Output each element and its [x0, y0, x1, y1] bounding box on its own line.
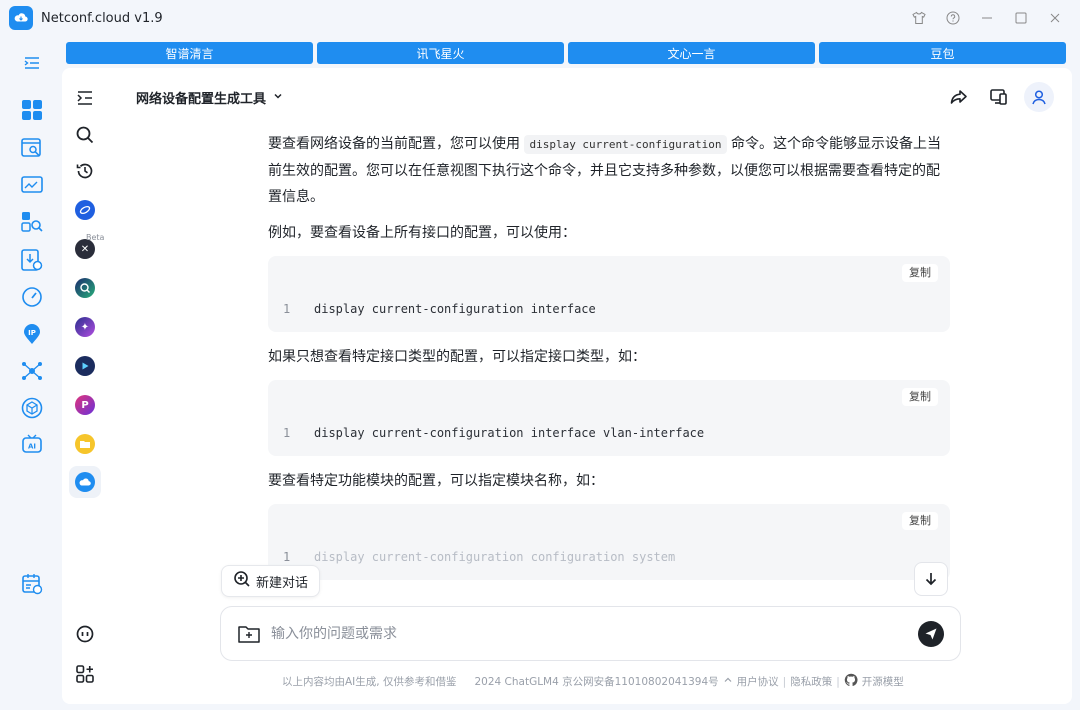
footer-icp: 2024 ChatGLM4 京公网安备11010802041394号 [474, 676, 719, 688]
speed-gauge-icon[interactable] [20, 285, 44, 309]
collapse-icon[interactable] [73, 86, 97, 110]
app-rail: IP AI [0, 36, 64, 710]
answer-paragraph-intro: 要查看网络设备的当前配置，您可以使用 display current-confi… [268, 135, 941, 205]
cloud-icon[interactable] [69, 466, 101, 498]
model-star-icon[interactable]: ✦ [73, 315, 97, 339]
dashboard-grid-icon[interactable] [20, 98, 44, 122]
beta-badge: Beta [86, 233, 105, 242]
chat-input-box [220, 606, 961, 661]
new-chat-button[interactable]: 新建对话 [221, 565, 321, 597]
apps-add-icon[interactable] [73, 662, 97, 686]
tool-title-dropdown[interactable]: 网络设备配置生成工具 [136, 88, 284, 107]
model-p-icon[interactable]: P [73, 393, 97, 417]
user-avatar-icon[interactable] [1024, 82, 1054, 112]
model-tab-wenxin[interactable]: 文心一言 [568, 42, 815, 64]
help-icon[interactable] [936, 6, 970, 30]
svg-text:IP: IP [28, 329, 36, 337]
send-button[interactable] [918, 621, 944, 647]
folder-icon[interactable] [73, 432, 97, 456]
share-icon[interactable] [944, 82, 974, 112]
skin-shirt-icon[interactable] [902, 6, 936, 30]
code-line: 1 display current-configuration interface… [283, 426, 705, 440]
config-search-icon[interactable] [20, 136, 44, 160]
copy-button[interactable]: 复制 [902, 264, 938, 282]
page-title: 网络设备配置生成工具 [136, 92, 267, 107]
devices-icon[interactable] [984, 82, 1014, 112]
schedule-icon[interactable] [20, 572, 44, 596]
maximize-icon[interactable] [1004, 6, 1038, 30]
footer: 以上内容均由AI生成, 仅供参考和借鉴 2024 ChatGLM4 京公网安备1… [282, 673, 904, 690]
minimize-icon[interactable] [970, 6, 1004, 30]
menu-collapse-icon[interactable] [20, 51, 44, 75]
inspect-icon[interactable] [20, 210, 44, 234]
privacy-link[interactable]: 隐私政策 [790, 674, 832, 689]
code-line: 1 display current-configuration interface [283, 302, 596, 316]
chevron-down-icon [272, 90, 284, 106]
title-bar: Netconf.cloud v1.9 [0, 0, 1080, 36]
answer-paragraph-example: 例如，要查看设备上所有接口的配置，可以使用： [268, 225, 576, 241]
user-agreement-link[interactable]: 用户协议 [737, 674, 779, 689]
github-icon [844, 673, 858, 690]
answer-paragraph-module: 要查看特定功能模块的配置，可以指定模块名称，如： [268, 473, 604, 489]
tool-sidebar: ✕ ✦ P [62, 68, 108, 704]
model-tab-xunfei[interactable]: 讯飞星火 [317, 42, 564, 64]
chevron-up-icon [723, 675, 733, 688]
topology-icon[interactable] [20, 359, 44, 383]
code-block: 复制 1 display current-configuration interf… [268, 380, 950, 456]
model-play-icon[interactable] [73, 354, 97, 378]
model-tab-zhipu[interactable]: 智谱清言 [66, 42, 313, 64]
package-cube-icon[interactable] [20, 396, 44, 420]
arrow-down-icon [925, 573, 937, 586]
chat-input[interactable] [271, 625, 891, 642]
ai-tv-icon[interactable]: AI [20, 433, 44, 457]
ip-pin-icon[interactable]: IP [20, 322, 44, 346]
close-icon[interactable] [1038, 6, 1072, 30]
copy-button[interactable]: 复制 [902, 512, 938, 530]
code-block: 复制 1 display current-configuration config… [268, 504, 950, 580]
model-tabs: 智谱清言 讯飞星火 文心一言 豆包 [66, 42, 1066, 64]
send-icon [925, 628, 937, 640]
model-tab-doubao[interactable]: 豆包 [819, 42, 1066, 64]
svg-text:AI: AI [28, 443, 36, 451]
code-line: 1 display current-configuration configura… [283, 550, 676, 564]
config-export-icon[interactable] [20, 248, 44, 272]
answer-paragraph-type: 如果只想查看特定接口类型的配置，可以指定接口类型，如： [268, 349, 646, 365]
inline-code: display current-configuration [524, 135, 727, 154]
open-model-link[interactable]: 开源模型 [862, 674, 904, 689]
scroll-down-button[interactable] [914, 562, 948, 596]
history-icon[interactable] [73, 159, 97, 183]
code-block: 复制 1 display current-configuration interf… [268, 256, 950, 332]
search-icon[interactable] [73, 123, 97, 147]
chat-answer: 要查看网络设备的当前配置，您可以使用 display current-confi… [268, 131, 950, 592]
feedback-icon[interactable] [73, 622, 97, 646]
model-ring-icon[interactable] [73, 198, 97, 222]
app-logo-icon [9, 6, 33, 30]
monitor-chart-icon[interactable] [20, 173, 44, 197]
app-title: Netconf.cloud v1.9 [41, 10, 163, 26]
copy-button[interactable]: 复制 [902, 388, 938, 406]
model-q-icon[interactable] [73, 276, 97, 300]
new-chat-label: 新建对话 [256, 575, 309, 591]
plus-search-icon [233, 570, 251, 592]
footer-disclaimer: 以上内容均由AI生成, 仅供参考和借鉴 [282, 676, 457, 688]
upload-folder-icon[interactable] [237, 622, 261, 646]
